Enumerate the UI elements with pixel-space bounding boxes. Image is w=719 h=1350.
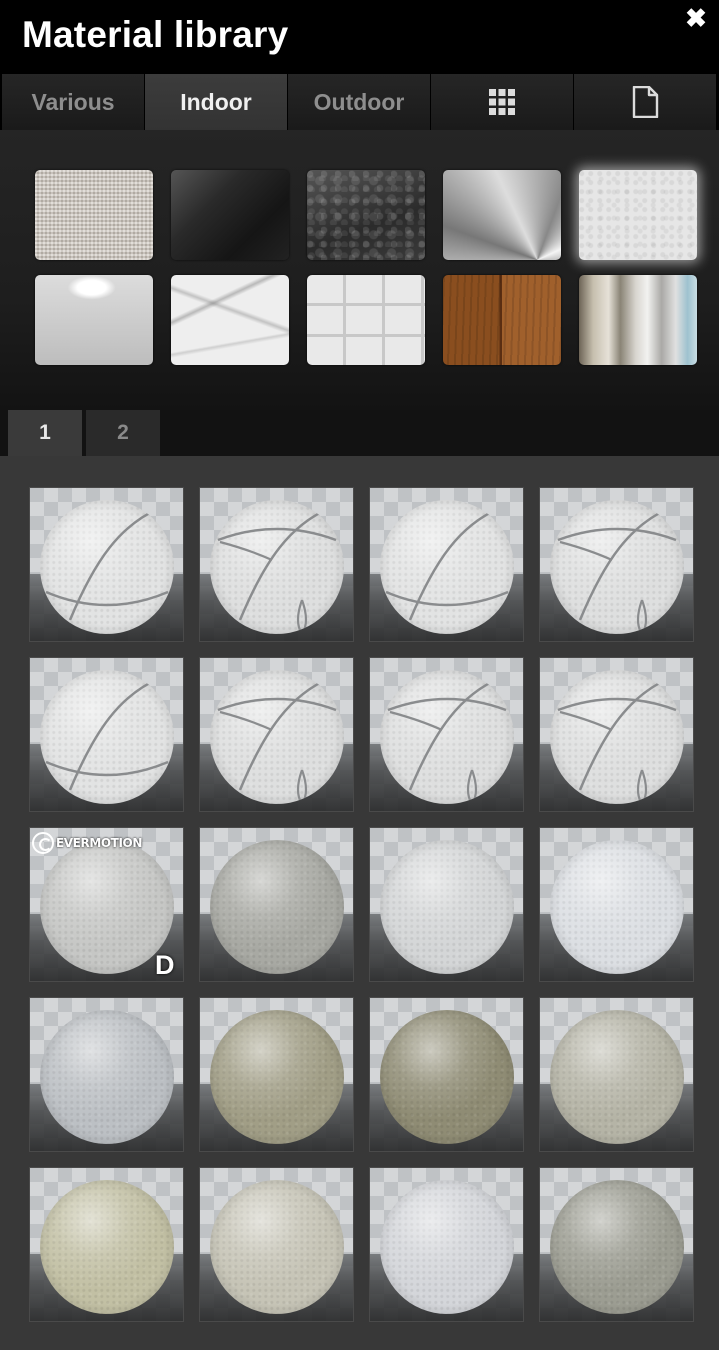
swatch-marble[interactable] (171, 275, 289, 365)
tab-various[interactable]: Various (2, 74, 145, 130)
material-thumb[interactable] (539, 827, 694, 982)
material-sphere (550, 670, 684, 804)
material-grid: EVERMOTION D (0, 456, 719, 1350)
material-sphere (550, 840, 684, 974)
swatch-fabric[interactable] (35, 170, 153, 260)
page-tabs: 1 2 (0, 410, 719, 456)
page-tab-2[interactable]: 2 (86, 410, 160, 456)
seam-lines (387, 676, 507, 804)
seam-lines (217, 676, 337, 804)
material-thumb[interactable] (199, 487, 354, 642)
material-sphere (40, 840, 174, 974)
category-swatches (0, 130, 719, 410)
material-thumb[interactable]: EVERMOTION D (29, 827, 184, 982)
tab-document[interactable] (574, 74, 717, 130)
material-thumb[interactable] (539, 487, 694, 642)
grid-icon (489, 89, 515, 115)
material-sphere (380, 1010, 514, 1144)
material-sphere (210, 840, 344, 974)
material-sphere (550, 1010, 684, 1144)
swatch-plaster[interactable] (579, 170, 697, 260)
material-thumb[interactable] (539, 997, 694, 1152)
material-thumb[interactable] (369, 657, 524, 812)
swatch-tiles[interactable] (307, 275, 425, 365)
material-thumb[interactable] (369, 1167, 524, 1322)
material-sphere (210, 1010, 344, 1144)
material-sphere (40, 1010, 174, 1144)
seam-lines (45, 506, 169, 621)
material-thumb[interactable] (199, 997, 354, 1152)
material-sphere (550, 500, 684, 634)
category-tabs: Various Indoor Outdoor (2, 74, 719, 130)
brand-badge: EVERMOTION (32, 830, 142, 856)
title-bar: Material library ✖ (0, 0, 719, 72)
evermotion-logo-icon (32, 832, 54, 854)
material-thumb[interactable] (199, 827, 354, 982)
seam-lines (557, 506, 677, 634)
seam-lines (385, 506, 509, 621)
material-thumb[interactable] (29, 657, 184, 812)
material-sphere (380, 500, 514, 634)
download-badge-letter: D (155, 950, 175, 980)
swatch-wood[interactable] (443, 275, 561, 365)
seam-lines (217, 506, 337, 634)
tab-indoor[interactable]: Indoor (145, 74, 288, 130)
window-title: Material library (22, 14, 289, 55)
material-thumb[interactable] (539, 1167, 694, 1322)
material-thumb[interactable] (539, 657, 694, 812)
material-sphere (40, 500, 174, 634)
material-thumb[interactable] (199, 1167, 354, 1322)
material-sphere (210, 670, 344, 804)
seam-lines (45, 676, 169, 791)
brand-text: EVERMOTION (56, 836, 142, 850)
swatch-leather[interactable] (307, 170, 425, 260)
material-sphere (380, 1180, 514, 1314)
document-icon (632, 86, 659, 118)
material-thumb[interactable] (369, 997, 524, 1152)
close-icon[interactable]: ✖ (684, 5, 708, 31)
swatch-glossy-black[interactable] (171, 170, 289, 260)
material-thumb[interactable] (369, 487, 524, 642)
material-sphere (380, 670, 514, 804)
swatch-brushed-steel[interactable] (443, 170, 561, 260)
material-thumb[interactable] (29, 1167, 184, 1322)
material-sphere (210, 1180, 344, 1314)
tab-grid-view[interactable] (431, 74, 574, 130)
material-thumb[interactable] (199, 657, 354, 812)
tab-outdoor[interactable]: Outdoor (288, 74, 431, 130)
material-thumb[interactable] (369, 827, 524, 982)
material-sphere (40, 670, 174, 804)
seam-lines (557, 676, 677, 804)
swatch-glossy-white[interactable] (35, 275, 153, 365)
page-tab-1[interactable]: 1 (8, 410, 82, 456)
material-thumb[interactable] (29, 487, 184, 642)
material-thumb[interactable] (29, 997, 184, 1152)
material-sphere (210, 500, 344, 634)
material-sphere (550, 1180, 684, 1314)
swatch-curtain[interactable] (579, 275, 697, 365)
material-sphere (40, 1180, 174, 1314)
material-sphere (380, 840, 514, 974)
